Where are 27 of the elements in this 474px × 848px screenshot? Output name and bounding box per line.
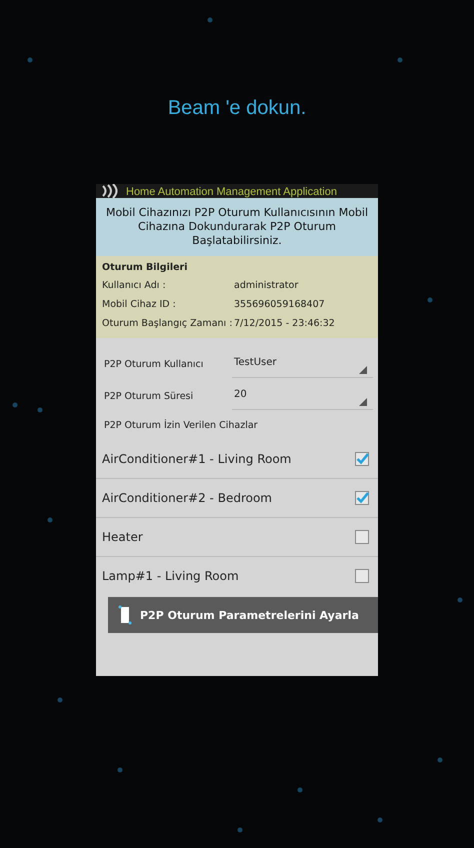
section-heading: Oturum Bilgileri [102, 261, 188, 275]
checkbox[interactable] [355, 569, 369, 583]
device-label: AirConditioner#2 - Bedroom [102, 491, 272, 505]
set-parameters-button[interactable]: P2P Oturum Parametrelerini Ayarla [108, 597, 378, 633]
dropdown[interactable]: 20 [232, 382, 373, 410]
checkbox[interactable] [355, 491, 369, 505]
info-label: Mobil Cihaz ID : [102, 299, 177, 310]
info-value: 7/12/2015 - 23:46:32 [234, 318, 335, 329]
checkbox[interactable] [355, 452, 369, 466]
device-label: AirConditioner#1 - Living Room [102, 452, 292, 466]
info-label: Oturum Başlangıç Zamanı : [102, 318, 234, 329]
caret-icon [359, 366, 367, 374]
prompt-text: Beam 'e dokun. [168, 97, 306, 120]
section-heading: P2P Oturum İzin Verilen Cihazlar [103, 418, 259, 433]
setting-label: P2P Oturum Süresi [103, 390, 194, 402]
instruction-text: Mobil Cihazınızı P2P Oturum Kullanıcısının Mobil Cihazına Dokundurarak P2P Oturum Başlatabilirsiniz. [96, 198, 378, 256]
dropdown[interactable]: TestUser [232, 350, 373, 378]
device-label: Heater [102, 530, 143, 544]
door-icon [118, 605, 132, 625]
caret-icon [359, 398, 367, 406]
device-label: Lamp#1 - Living Room [102, 569, 239, 583]
info-value: 355696059168407 [234, 299, 325, 310]
setting-label: P2P Oturum Kullanıcı [103, 358, 204, 370]
app-title: Home Automation Management Application [126, 187, 337, 198]
checkbox[interactable] [355, 530, 369, 544]
info-value: administrator [234, 280, 298, 291]
info-label: Kullanıcı Adı : [102, 280, 167, 291]
